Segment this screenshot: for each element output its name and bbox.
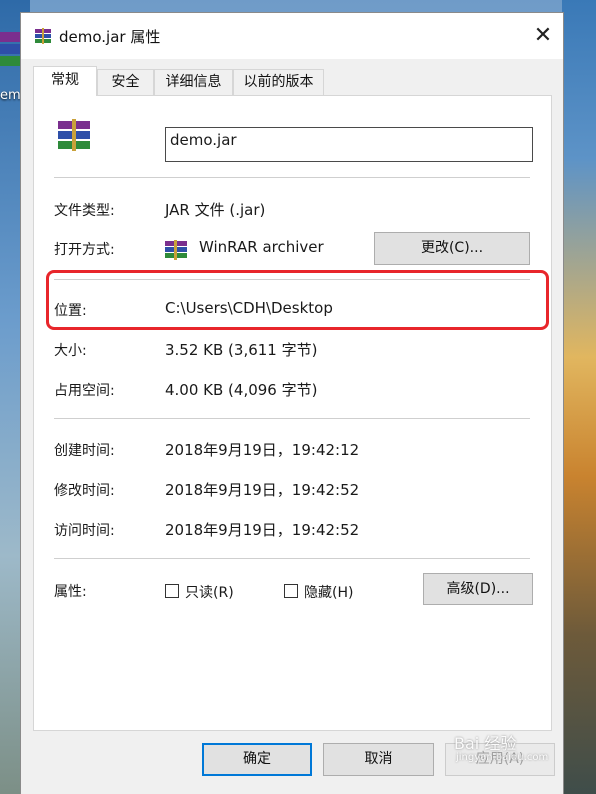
close-button[interactable]: ✕ [525, 21, 561, 53]
accessed-label: 访问时间: [54, 523, 115, 539]
ok-button[interactable]: 确定 [202, 743, 312, 776]
size-on-disk-value: 4.00 KB (4,096 字节) [165, 381, 318, 399]
tab-general[interactable]: 常规 [33, 66, 97, 96]
archive-file-icon [58, 119, 90, 151]
watermark-subtext: jingyan.baidu.com [456, 752, 549, 763]
properties-dialog: demo.jar 属性 ✕ 常规 安全 详细信息 以前的版本 demo.jar … [20, 12, 564, 794]
tab-security[interactable]: 安全 [97, 69, 154, 95]
separator [54, 418, 530, 419]
opens-with-label: 打开方式: [54, 242, 115, 258]
size-on-disk-label: 占用空间: [54, 383, 115, 399]
separator [54, 279, 530, 280]
opens-with-value: WinRAR archiver [199, 238, 324, 256]
size-value: 3.52 KB (3,611 字节) [165, 341, 318, 359]
hidden-checkbox[interactable] [284, 584, 298, 598]
advanced-button[interactable]: 高级(D)... [423, 573, 533, 605]
file-name-field[interactable]: demo.jar [165, 127, 533, 162]
modified-label: 修改时间: [54, 483, 115, 499]
created-label: 创建时间: [54, 443, 115, 459]
separator [54, 558, 530, 559]
hidden-label[interactable]: 隐藏(H) [304, 582, 353, 602]
general-panel: demo.jar 文件类型: JAR 文件 (.jar) 打开方式: WinRA… [33, 95, 552, 731]
winrar-icon [35, 28, 51, 44]
tab-previous-versions[interactable]: 以前的版本 [233, 69, 324, 95]
readonly-label[interactable]: 只读(R) [185, 582, 234, 602]
tab-details[interactable]: 详细信息 [154, 69, 233, 95]
location-value: C:\Users\CDH\Desktop [165, 299, 333, 317]
desktop-icon-label: em [0, 88, 21, 103]
modified-value: 2018年9月19日，19:42:52 [165, 481, 360, 499]
title-bar[interactable]: demo.jar 属性 ✕ [21, 13, 563, 59]
file-type-value: JAR 文件 (.jar) [165, 201, 266, 219]
separator [54, 177, 530, 178]
dialog-client: 常规 安全 详细信息 以前的版本 demo.jar 文件类型: JAR 文件 (… [21, 59, 563, 794]
window-title: demo.jar 属性 [59, 28, 161, 46]
created-value: 2018年9月19日，19:42:12 [165, 441, 360, 459]
location-label: 位置: [54, 303, 87, 319]
close-icon: ✕ [533, 23, 553, 48]
change-button[interactable]: 更改(C)... [374, 232, 530, 265]
winrar-app-icon [165, 240, 187, 260]
attributes-label: 属性: [54, 584, 87, 600]
desktop-right-strip [562, 0, 596, 794]
accessed-value: 2018年9月19日，19:42:52 [165, 521, 360, 539]
cancel-button[interactable]: 取消 [323, 743, 434, 776]
size-label: 大小: [54, 343, 87, 359]
file-type-label: 文件类型: [54, 203, 115, 219]
watermark-text: Bai 经验 [454, 734, 517, 753]
readonly-checkbox[interactable] [165, 584, 179, 598]
